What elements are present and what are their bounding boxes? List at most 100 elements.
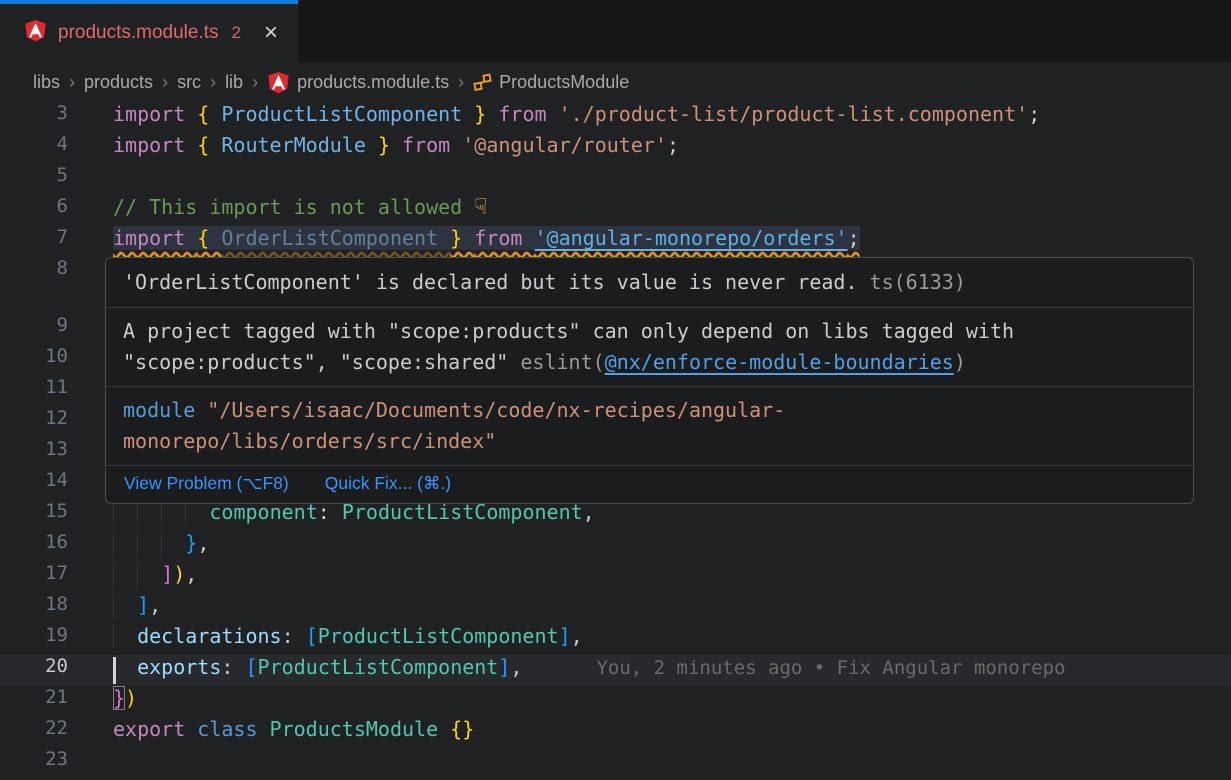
line-content[interactable]: import { OrderListComponent } from '@ang…	[68, 226, 1231, 257]
code-token: exports	[137, 655, 221, 679]
code-token: }	[185, 531, 197, 555]
line-content[interactable]: export class ProductsModule {}	[68, 717, 1231, 748]
code-token: :	[221, 655, 245, 679]
tooltip-message-1: 'OrderListComponent' is declared but its…	[106, 258, 1193, 307]
line-content[interactable]: declarations: [ProductListComponent],	[68, 624, 1231, 655]
indent-guide	[137, 531, 161, 555]
tooltip-text-line: 'OrderListComponent' is declared but its…	[123, 267, 1176, 298]
tab-products-module[interactable]: products.module.ts 2 ×	[0, 0, 298, 62]
tooltip-text-line: A project tagged with "scope:products" c…	[123, 316, 1176, 347]
line-content[interactable]: // This import is not allowed ☟	[68, 195, 1231, 226]
line-content[interactable]: },	[68, 531, 1231, 562]
breadcrumb-item-products[interactable]: products	[84, 72, 153, 93]
indent-guide	[113, 624, 137, 648]
code-token: 'OrderListComponent' is declared but its…	[123, 270, 858, 294]
problems-count-badge: 2	[232, 23, 241, 43]
line-number: 19	[0, 624, 68, 655]
code-token: )	[125, 686, 137, 710]
line-number: 10	[0, 345, 68, 376]
code-line-16: 16 },	[0, 531, 1231, 562]
module-path-link[interactable]: '@angular-monorepo/orders'	[534, 226, 847, 250]
code-token: ,	[571, 624, 583, 648]
code-token: export	[113, 717, 197, 741]
tab-title: products.module.ts	[58, 22, 219, 44]
code-token: )	[954, 350, 966, 374]
code-token: declarations	[137, 624, 282, 648]
breadcrumb-item-productsmodule[interactable]: ProductsModule	[473, 72, 629, 93]
code-token: ,	[510, 655, 522, 679]
code-token: "scope:products", "scope:shared"	[123, 350, 520, 374]
code-line-5: 5	[0, 164, 1231, 195]
code-token: ;	[1028, 102, 1040, 126]
code-line-23: 23	[0, 748, 1231, 779]
line-content[interactable]: ]),	[68, 562, 1231, 593]
line-content[interactable]: component: ProductListComponent,	[68, 500, 1231, 531]
indent-guide	[113, 531, 137, 555]
code-token: ProductListComponent	[318, 624, 559, 648]
tooltip-text-line: module "/Users/isaac/Documents/code/nx-r…	[123, 395, 1176, 426]
code-token: ,	[197, 531, 209, 555]
code-line-21: 21})	[0, 686, 1231, 717]
git-blame-annotation: You, 2 minutes ago • Fix Angular monorep…	[522, 657, 1065, 679]
line-content[interactable]: exports: [ProductListComponent],You, 2 m…	[68, 655, 1231, 686]
breadcrumb-item-lib[interactable]: lib	[225, 72, 243, 93]
tooltip-text-line: monorepo/libs/orders/src/index"	[123, 426, 1176, 457]
indent-guide	[113, 562, 137, 586]
line-number: 12	[0, 407, 68, 438]
code-token: [	[245, 655, 257, 679]
code-line-19: 19 declarations: [ProductListComponent],	[0, 624, 1231, 655]
line-content[interactable]: ],	[68, 593, 1231, 624]
breadcrumb-item-src[interactable]: src	[177, 72, 201, 93]
breadcrumb-item-libs[interactable]: libs	[33, 72, 60, 93]
code-token: :	[282, 624, 306, 648]
line-number: 6	[0, 195, 68, 226]
code-token: from	[402, 133, 462, 157]
breadcrumb-separator: ›	[252, 72, 258, 93]
line-content[interactable]: })	[68, 686, 1231, 717]
line-content[interactable]: import { ProductListComponent } from './…	[68, 102, 1231, 133]
close-icon[interactable]: ×	[264, 21, 278, 45]
indent-guide	[113, 593, 137, 617]
code-token: import	[113, 226, 197, 250]
code-token: {	[197, 133, 221, 157]
breadcrumb-item-products-module-ts[interactable]: products.module.ts	[267, 71, 449, 94]
line-number: 5	[0, 164, 68, 195]
line-number: 11	[0, 376, 68, 407]
code-token: ProductListComponent	[221, 102, 474, 126]
code-line-20: 20 exports: [ProductListComponent],You, …	[0, 655, 1231, 686]
code-token: ,	[185, 562, 197, 586]
line-number: 20	[0, 655, 68, 686]
tooltip-actions: View Problem (⌥F8) Quick Fix... (⌘.)	[106, 465, 1193, 503]
line-number: 9	[0, 314, 68, 345]
line-number: 17	[0, 562, 68, 593]
breadcrumb-label: src	[177, 72, 201, 93]
line-content[interactable]	[68, 748, 1231, 779]
line-content[interactable]	[68, 164, 1231, 195]
line-number: 8	[0, 257, 68, 288]
line-number: 23	[0, 748, 68, 779]
view-problem-link[interactable]: View Problem (⌥F8)	[124, 470, 289, 496]
code-token: import	[113, 133, 197, 157]
code-token: from	[498, 102, 558, 126]
code-token: ;	[667, 133, 679, 157]
angular-icon	[24, 19, 47, 47]
code-token: './product-list/product-list.component'	[559, 102, 1029, 126]
quick-fix-link[interactable]: Quick Fix... (⌘.)	[325, 470, 451, 496]
tooltip-text-line: "scope:products", "scope:shared" eslint(…	[123, 347, 1176, 378]
code-token: {	[197, 226, 221, 250]
code-line-7: 7import { OrderListComponent } from '@an…	[0, 226, 1231, 257]
warning-underline: import { OrderListComponent } from '@ang…	[113, 226, 860, 250]
error-underlined-statement[interactable]: import { OrderListComponent } from '@ang…	[113, 226, 860, 250]
breadcrumb-separator: ›	[210, 72, 216, 93]
line-number: 16	[0, 531, 68, 562]
code-token: [	[306, 624, 318, 648]
code-token: A project tagged with "scope:products" c…	[123, 319, 1014, 343]
line-content[interactable]: import { RouterModule } from '@angular/r…	[68, 133, 1231, 164]
text-cursor	[113, 657, 116, 684]
code-token: ]	[137, 593, 149, 617]
code-token: ;	[848, 226, 860, 250]
code-token: eslint(	[520, 350, 604, 374]
code-line-17: 17 ]),	[0, 562, 1231, 593]
breadcrumb-separator: ›	[162, 72, 168, 93]
eslint-rule-link[interactable]: @nx/enforce-module-boundaries	[605, 350, 954, 374]
